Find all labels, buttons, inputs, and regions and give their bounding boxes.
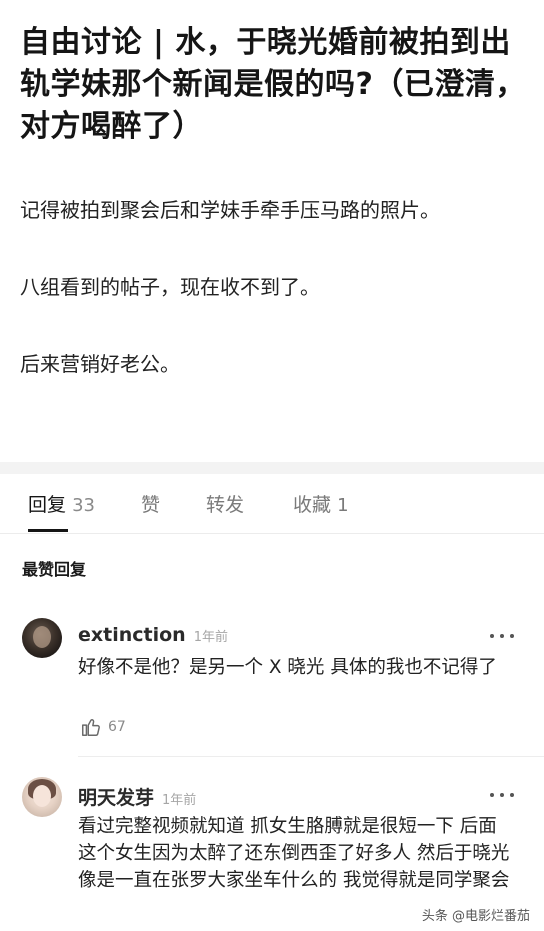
thumbs-up-icon — [82, 719, 100, 736]
post-title: 自由讨论 | 水，于晓光婚前被拍到出轨学妹那个新闻是假的吗?（已澄清，对方喝醉了… — [20, 25, 526, 144]
post-paragraph: 记得被拍到聚会后和学妹手牵手压马路的照片。 — [20, 198, 440, 222]
tab-favorites-count: 1 — [337, 495, 349, 516]
post-body: 记得被拍到聚会后和学妹手牵手压马路的照片。 八组看到的帖子，现在收不到了。 后来… — [20, 192, 520, 423]
more-options-icon[interactable] — [490, 632, 514, 640]
section-divider — [0, 462, 544, 474]
avatar[interactable] — [22, 777, 62, 817]
active-tab-indicator — [28, 529, 68, 532]
sort-label: 最赞回复 — [22, 560, 87, 579]
tab-likes-label: 赞 — [141, 494, 161, 516]
watermark: 头条 @电影烂番茄 — [417, 904, 534, 925]
comment-text: 看过完整视频就知道 抓女生胳膊就是很短一下 后面这个女生因为太醉了还东倒西歪了好… — [78, 816, 510, 891]
tab-replies-label: 回复 — [28, 494, 67, 516]
post-paragraph: 后来营销好老公。 — [20, 352, 180, 376]
like-count: 67 — [108, 719, 126, 735]
tab-replies[interactable]: 回复 33 — [28, 492, 95, 519]
tab-likes[interactable]: 赞 — [141, 492, 160, 518]
tab-reposts-label: 转发 — [206, 494, 245, 516]
comment-time: 1年前 — [193, 630, 228, 645]
avatar-face — [33, 626, 51, 648]
more-options-icon[interactable] — [490, 791, 514, 799]
comment-divider — [78, 756, 544, 757]
comment-text: 好像不是他？是另一个 X 晓光 具体的我也不记得了 — [78, 657, 497, 678]
avatar[interactable] — [22, 618, 62, 658]
tab-replies-count: 33 — [72, 495, 95, 516]
comment-username: 明天发芽 — [78, 787, 155, 809]
comment-author[interactable]: extinction 1年前 — [78, 624, 228, 646]
tab-favorites-label: 收藏 — [293, 494, 332, 516]
comment-username: extinction — [78, 624, 186, 646]
comment-author[interactable]: 明天发芽 1年前 — [78, 783, 196, 810]
comment-time: 1年前 — [162, 793, 197, 808]
post-paragraph: 八组看到的帖子，现在收不到了。 — [20, 275, 320, 299]
avatar-face — [33, 785, 51, 807]
tab-reposts[interactable]: 转发 — [206, 492, 244, 518]
tab-favorites[interactable]: 收藏 1 — [293, 492, 349, 519]
like-button[interactable]: 67 — [80, 716, 126, 738]
tab-bar: 回复 33 赞 转发 收藏 1 — [0, 474, 544, 534]
